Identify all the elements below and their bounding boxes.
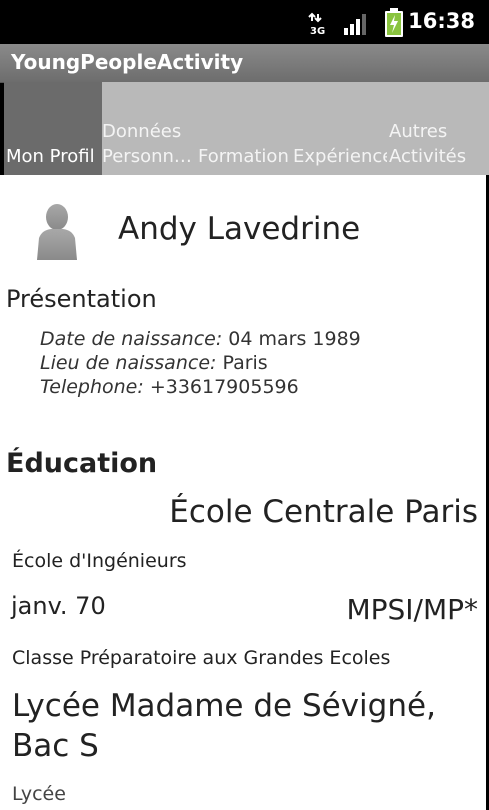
status-bar: 3G 16:38	[0, 0, 489, 44]
telephone-field: Telephone: +33617905596	[40, 376, 299, 398]
field-value: +33617905596	[143, 376, 299, 398]
app-title: YoungPeopleActivity	[11, 50, 244, 74]
field-label: Date de naissance:	[40, 328, 223, 350]
education-heading: Éducation	[6, 448, 158, 479]
tab-formation[interactable]: Formation	[198, 82, 293, 175]
field-label: Lieu de naissance:	[40, 352, 217, 374]
tab-label: Expérience	[293, 146, 387, 167]
field-value: Paris	[216, 352, 268, 374]
education-school: Lycée Madame de Sévigné,	[12, 688, 436, 724]
tab-label: Personn…	[102, 146, 192, 167]
battery-charging-icon	[385, 8, 403, 37]
profile-content[interactable]: Andy Lavedrine Présentation Date de nais…	[0, 175, 489, 810]
tab-bar: Mon Profil Données Personn… Formation Ex…	[4, 82, 489, 175]
tab-label: Données	[102, 121, 182, 142]
tab-donnees-personnelles[interactable]: Données Personn…	[102, 82, 198, 175]
profile-name: Andy Lavedrine	[118, 211, 361, 247]
svg-text:3G: 3G	[310, 26, 325, 36]
education-type: Classe Préparatoire aux Grandes Ecoles	[12, 647, 391, 669]
signal-icon	[344, 14, 366, 35]
education-school: École Centrale Paris	[169, 494, 478, 530]
education-program: MPSI/MP*	[346, 593, 478, 626]
app-title-bar: YoungPeopleActivity	[0, 44, 489, 83]
tab-label: Autres	[389, 121, 448, 142]
tab-label: Activités	[389, 146, 467, 167]
education-type: Lycée	[12, 783, 66, 805]
tab-label: Formation	[198, 146, 289, 167]
birth-date-field: Date de naissance: 04 mars 1989	[40, 328, 361, 350]
tab-autres-activites[interactable]: Autres Activités	[387, 82, 489, 175]
education-type: École d'Ingénieurs	[12, 550, 187, 572]
presentation-heading: Présentation	[6, 285, 157, 313]
field-value: 04 mars 1989	[222, 328, 361, 350]
avatar	[37, 204, 77, 260]
education-date: janv. 70	[11, 592, 106, 620]
network-3g-icon: 3G	[308, 12, 325, 36]
education-school: Bac S	[12, 728, 99, 764]
tab-label: Mon Profil	[6, 146, 95, 167]
tab-mon-profil[interactable]: Mon Profil	[4, 82, 102, 175]
field-label: Telephone:	[40, 376, 144, 398]
clock: 16:38	[408, 9, 475, 33]
birth-place-field: Lieu de naissance: Paris	[40, 352, 268, 374]
tab-experience[interactable]: Expérience	[293, 82, 387, 175]
